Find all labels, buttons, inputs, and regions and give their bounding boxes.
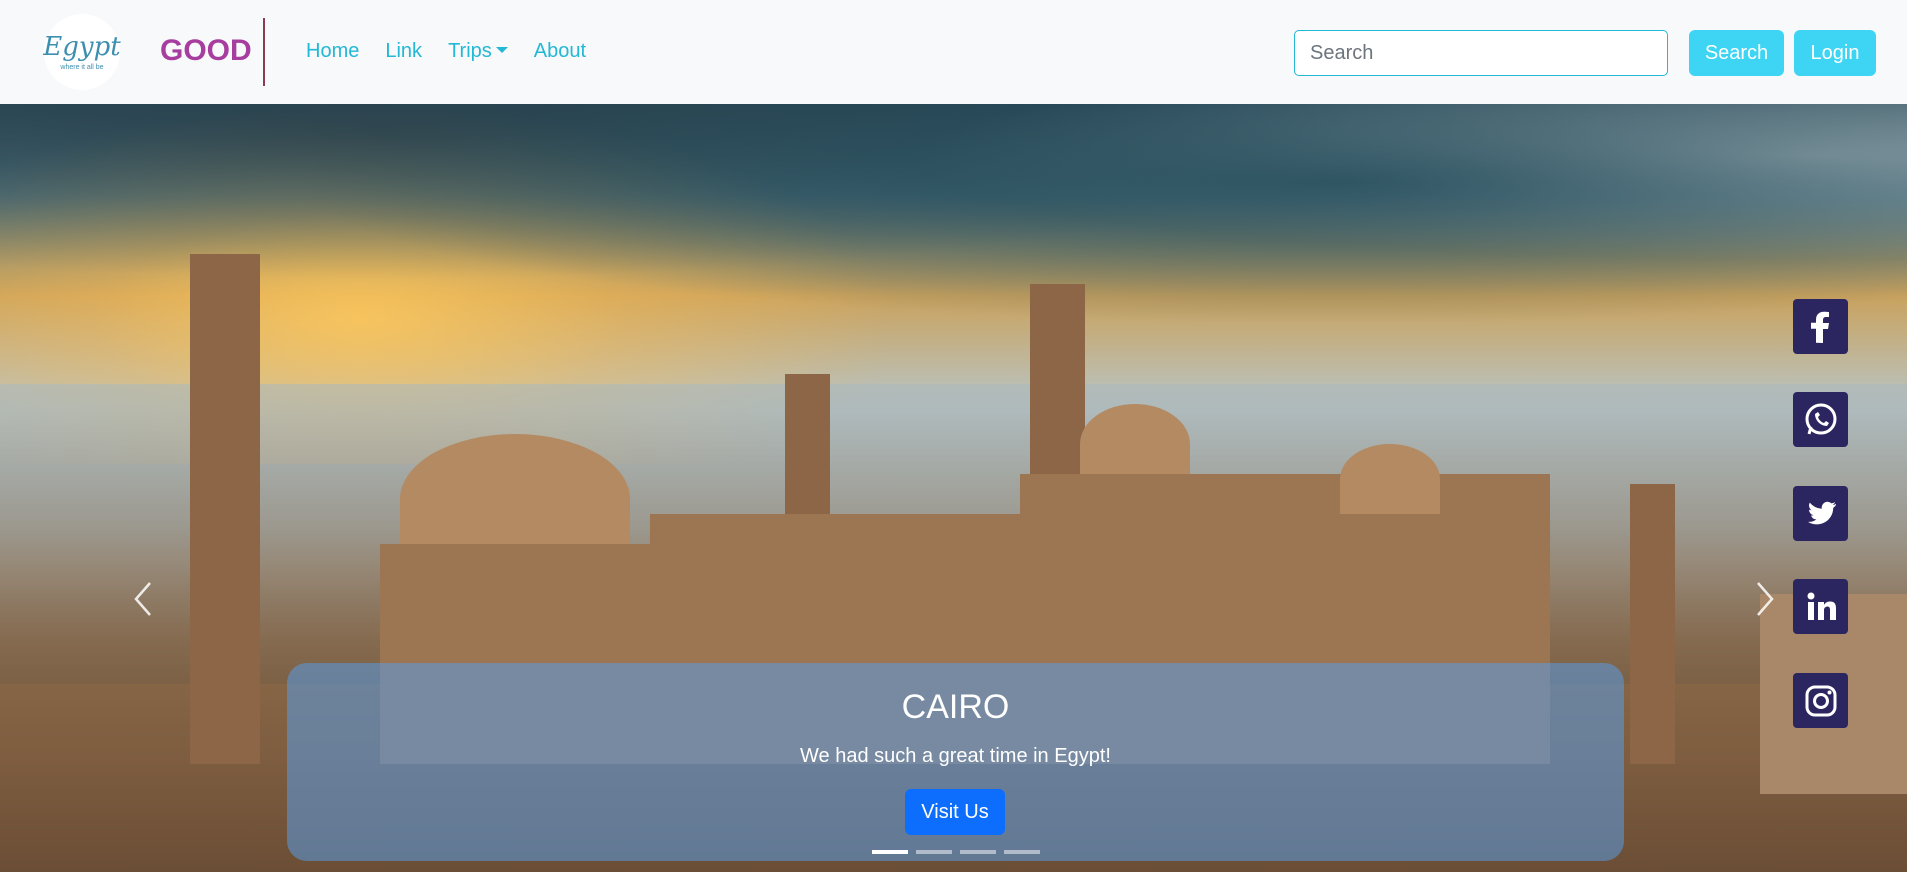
carousel-indicators — [287, 850, 1624, 854]
dome-right — [1340, 444, 1440, 514]
carousel-prev-button[interactable] — [128, 569, 158, 629]
nav-dropdown-trips[interactable]: Trips — [448, 38, 508, 64]
login-button[interactable]: Login — [1794, 30, 1876, 76]
linkedin-icon — [1807, 592, 1836, 620]
caption-text: We had such a great time in Egypt! — [800, 745, 1111, 767]
search-input[interactable] — [1294, 30, 1668, 76]
chevron-left-icon — [134, 582, 151, 616]
twitter-icon — [1807, 501, 1836, 524]
twitter-link[interactable] — [1793, 486, 1848, 541]
whatsapp-link[interactable] — [1793, 392, 1848, 447]
nav-link-about[interactable]: About — [534, 38, 586, 64]
nav-dropdown-trips-label: Trips — [448, 40, 492, 62]
nav-link-home[interactable]: Home — [306, 38, 359, 64]
carousel-indicator[interactable] — [871, 850, 908, 854]
facebook-link[interactable] — [1793, 299, 1848, 354]
visit-us-button[interactable]: Visit Us — [905, 789, 1005, 835]
nav-links: Home Link Trips About — [306, 38, 612, 64]
caret-down-icon — [495, 46, 508, 53]
carousel-indicator[interactable] — [959, 850, 996, 854]
instagram-link[interactable] — [1793, 673, 1848, 728]
search-button[interactable]: Search — [1689, 30, 1784, 76]
brand-divider — [263, 18, 265, 86]
minaret-left — [190, 254, 260, 764]
carousel-indicator[interactable] — [915, 850, 952, 854]
clouds — [0, 104, 1907, 364]
carousel-caption: CAIRO We had such a great time in Egypt!… — [287, 663, 1624, 861]
chevron-right-icon — [1757, 582, 1774, 616]
hero-carousel: CAIRO We had such a great time in Egypt!… — [0, 104, 1907, 872]
linkedin-link[interactable] — [1793, 579, 1848, 634]
whatsapp-icon — [1805, 403, 1836, 434]
carousel-indicator[interactable] — [1003, 850, 1040, 854]
nav-link-link[interactable]: Link — [385, 38, 422, 64]
navbar: Egypt where it all be GOOD Home Link Tri… — [0, 0, 1907, 104]
site-logo[interactable]: Egypt where it all be — [43, 14, 121, 90]
instagram-icon — [1805, 685, 1836, 716]
logo-text: Egypt — [43, 31, 121, 62]
logo-subtext: where it all be — [60, 63, 104, 71]
dome-center — [1080, 404, 1190, 484]
brand-name[interactable]: GOOD — [160, 33, 252, 69]
minaret-right — [1630, 484, 1675, 764]
caption-title: CAIRO — [901, 688, 1010, 726]
carousel-next-button[interactable] — [1750, 569, 1780, 629]
facebook-icon — [1810, 311, 1829, 343]
